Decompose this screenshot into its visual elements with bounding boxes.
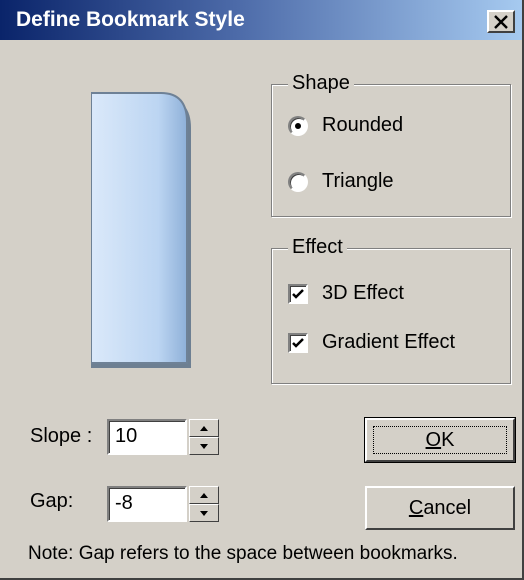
checkmark-icon — [292, 337, 304, 348]
window-title: Define Bookmark Style — [16, 8, 245, 31]
slope-input[interactable]: 10 — [107, 419, 187, 455]
gradient-effect-label: Gradient Effect — [322, 331, 456, 353]
title-bar[interactable]: Define Bookmark Style — [0, 0, 522, 40]
gradient-effect-option[interactable]: Gradient Effect — [288, 331, 455, 354]
3d-effect-option[interactable]: 3D Effect — [288, 282, 404, 305]
arrow-up-icon — [200, 425, 208, 431]
gap-spinner: -8 — [107, 486, 221, 522]
slope-spinner: 10 — [107, 419, 221, 455]
rounded-label: Rounded — [322, 114, 404, 136]
rounded-radio[interactable] — [288, 115, 308, 136]
focus-ring — [373, 426, 507, 454]
slope-down-button[interactable] — [189, 437, 219, 455]
gap-input[interactable]: -8 — [107, 486, 187, 522]
effect-group-legend: Effect — [288, 236, 347, 259]
close-icon — [494, 14, 508, 29]
gap-up-button[interactable] — [189, 486, 219, 504]
gap-down-button[interactable] — [189, 504, 219, 522]
rounded-option[interactable]: Rounded — [288, 114, 403, 137]
close-button[interactable] — [487, 10, 515, 33]
define-bookmark-style-dialog: Define Bookmark Style Shape Rounded Tria… — [0, 0, 524, 580]
radio-selected-icon — [295, 122, 301, 129]
triangle-radio[interactable] — [288, 171, 308, 192]
slope-label: Slope : — [30, 425, 93, 447]
slope-spin-buttons — [189, 419, 219, 455]
triangle-label: Triangle — [322, 170, 394, 192]
arrow-up-icon — [200, 492, 208, 498]
shape-group: Shape — [271, 72, 511, 217]
slope-up-button[interactable] — [189, 419, 219, 437]
cancel-button-label: Cancel — [408, 496, 472, 519]
bookmark-preview — [91, 92, 191, 368]
3d-effect-checkbox[interactable] — [288, 283, 308, 304]
shape-group-legend: Shape — [288, 72, 354, 95]
arrow-down-icon — [200, 510, 208, 516]
checkmark-icon — [292, 288, 304, 299]
3d-effect-label: 3D Effect — [322, 282, 404, 304]
gap-label: Gap: — [30, 490, 74, 512]
gap-spin-buttons — [189, 486, 219, 522]
triangle-option[interactable]: Triangle — [288, 170, 394, 193]
effect-group: Effect — [271, 236, 511, 384]
gradient-effect-checkbox[interactable] — [288, 332, 308, 353]
cancel-button[interactable]: Cancel — [365, 486, 515, 530]
arrow-down-icon — [200, 443, 208, 449]
ok-button[interactable]: OK — [364, 417, 516, 463]
gap-note: Note: Gap refers to the space between bo… — [28, 543, 458, 564]
